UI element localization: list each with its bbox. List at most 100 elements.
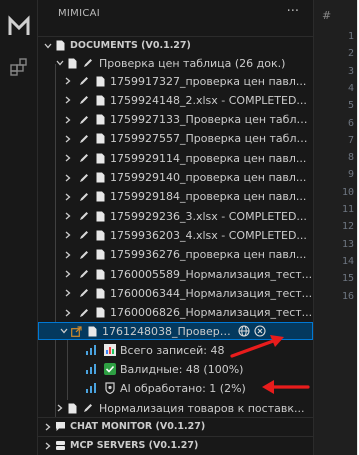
chevron-down-icon xyxy=(54,56,66,70)
line-number: 14 xyxy=(341,255,354,267)
line-number: 16 xyxy=(341,290,354,302)
signal-bars-icon xyxy=(84,381,100,395)
line-number: 7 xyxy=(347,134,354,146)
pencil-icon xyxy=(78,286,90,300)
tree-group-price-check[interactable]: Проверка цен таблица (26 док.) xyxy=(38,54,313,72)
editor-tab-glyph[interactable]: # xyxy=(322,9,331,22)
side-bar: MIMICAI ··· DOCUMENTS (V0.1.27) Проверка… xyxy=(38,0,313,455)
tree-item-label: 1760005589_Нормализация_тест... xyxy=(110,267,313,281)
tree-item-label: 1759924148_2.xlsx - COMPLETED... xyxy=(110,93,307,107)
document-icon xyxy=(94,209,106,223)
chevron-right-icon xyxy=(62,286,74,300)
document-icon xyxy=(94,93,106,107)
line-number: 6 xyxy=(347,117,354,129)
folder-icon xyxy=(66,56,78,70)
chevron-down-icon xyxy=(58,324,70,338)
stat-valid-records: Валидные: 48 (100%) xyxy=(38,360,313,378)
tree-item-file[interactable]: 1759927133_Проверка цен табли... xyxy=(38,111,313,129)
pencil-icon xyxy=(78,93,90,107)
tree-group-normalization[interactable]: Нормализация товаров к поставк... xyxy=(38,399,313,417)
tree-item-file[interactable]: 1760005589_Нормализация_тест... xyxy=(38,265,313,283)
tree-item-label: 1759929140_проверка цен павл... xyxy=(110,171,307,184)
line-number: 1 xyxy=(347,31,354,42)
tree-item-label: 1759936203_4.xlsx - COMPLETED... xyxy=(110,228,307,242)
document-icon xyxy=(94,267,106,281)
tree-item-file[interactable]: 1759917327_проверка цен павл... xyxy=(38,72,313,90)
document-icon xyxy=(94,113,106,127)
stat-valid-text: Валидные: 48 (100%) xyxy=(120,362,244,376)
document-icon xyxy=(94,248,106,262)
tree-item-label: 1759936276_проверка цен павл... xyxy=(110,248,307,262)
tree-item-label: 1760006826_Нормализация_тест... xyxy=(110,306,313,320)
chat-monitor-section-header[interactable]: CHAT MONITOR (V0.1.27) xyxy=(38,417,313,435)
chevron-right-icon xyxy=(62,306,74,320)
document-icon xyxy=(86,324,98,338)
annotation-arrow-icon xyxy=(262,380,310,394)
tree-item-file[interactable]: 1759929114_проверка цен павл... xyxy=(38,149,313,167)
tree-item-file[interactable]: 1759927557_Проверка цен табли... xyxy=(38,130,313,148)
chevron-right-icon xyxy=(62,132,74,146)
tree-item-label: 1759927133_Проверка цен табли... xyxy=(110,113,313,127)
line-number: 8 xyxy=(347,152,354,164)
pencil-icon xyxy=(78,151,90,165)
chevron-right-icon xyxy=(42,420,54,434)
tree-group-label: Проверка цен таблица (26 док.) xyxy=(99,56,286,70)
pencil-icon xyxy=(82,56,94,70)
chevron-down-icon xyxy=(42,39,54,53)
document-icon xyxy=(94,306,106,320)
tree-item-label: 1759929184_проверка цен павл... xyxy=(110,190,307,204)
line-number: 13 xyxy=(341,238,354,250)
bar-chart-icon xyxy=(104,343,116,357)
chevron-right-icon xyxy=(62,171,74,185)
document-icon xyxy=(94,132,106,146)
chevron-right-icon xyxy=(62,190,74,204)
documents-section-header[interactable]: DOCUMENTS (V0.1.27) xyxy=(38,36,313,54)
line-number: 11 xyxy=(341,204,354,215)
tree-item-label: 1760006344_Нормализация_тест... xyxy=(110,286,313,300)
line-number: 15 xyxy=(341,273,354,285)
tree-item-label: 1759929236_3.xlsx - COMPLETED... xyxy=(110,209,307,223)
document-icon xyxy=(94,228,106,242)
tree-item-file[interactable]: 1759929140_проверка цен павл... xyxy=(38,169,313,187)
document-icon xyxy=(94,171,106,185)
document-icon xyxy=(94,151,106,165)
line-number: 5 xyxy=(347,100,354,112)
pencil-icon xyxy=(82,401,94,415)
tree-item-file[interactable]: 1759936276_проверка цен павл... xyxy=(38,246,313,264)
tree-item-file[interactable]: 1760006344_Нормализация_тест... xyxy=(38,284,313,302)
vscode-window: MIMICAI ··· DOCUMENTS (V0.1.27) Проверка… xyxy=(0,0,358,455)
chevron-right-icon xyxy=(62,248,74,262)
annotation-arrow-icon xyxy=(230,335,284,358)
tree-item-file[interactable]: 1759929236_3.xlsx - COMPLETED... xyxy=(38,207,313,225)
pencil-icon xyxy=(78,209,90,223)
chevron-right-icon xyxy=(62,93,74,107)
document-icon xyxy=(94,286,106,300)
document-icon xyxy=(66,401,78,415)
chevron-right-icon xyxy=(62,267,74,281)
tree-item-file[interactable]: 1759936203_4.xlsx - COMPLETED... xyxy=(38,226,313,244)
editor-pane[interactable]: # 1 2 3 4 5 6 7 8 9 10 11 12 13 14 15 16 xyxy=(313,0,357,455)
chat-monitor-title: CHAT MONITOR (V0.1.27) xyxy=(70,421,206,432)
check-box-icon xyxy=(104,362,116,376)
mimicai-logo-icon[interactable] xyxy=(4,12,34,42)
tree-item-file[interactable]: 1759924148_2.xlsx - COMPLETED... xyxy=(38,91,313,109)
chevron-right-icon xyxy=(62,74,74,88)
chevron-right-icon xyxy=(62,113,74,127)
tree-item-file[interactable]: 1759929184_проверка цен павл... xyxy=(38,188,313,206)
sidebar-title: MIMICAI xyxy=(58,8,101,19)
document-icon xyxy=(94,74,106,88)
server-icon xyxy=(54,439,66,453)
line-number: 2 xyxy=(347,48,354,60)
line-number: 3 xyxy=(347,65,354,77)
tree-item-label: 1759927557_Проверка цен табли... xyxy=(110,132,313,146)
mcp-servers-section-header[interactable]: MCP SERVERS (V0.1.27) xyxy=(38,436,313,454)
more-actions-icon[interactable]: ··· xyxy=(287,4,299,19)
pencil-icon xyxy=(78,113,90,127)
tree-item-file[interactable]: 1760006826_Нормализация_тест... xyxy=(38,304,313,322)
chevron-right-icon xyxy=(54,401,66,415)
line-number: 12 xyxy=(341,221,354,233)
extensions-icon[interactable] xyxy=(4,52,34,82)
pencil-icon xyxy=(78,248,90,262)
tree-group-label: Нормализация товаров к поставк... xyxy=(99,401,305,415)
tree-item-label: 1759929114_проверка цен павл... xyxy=(110,151,307,165)
